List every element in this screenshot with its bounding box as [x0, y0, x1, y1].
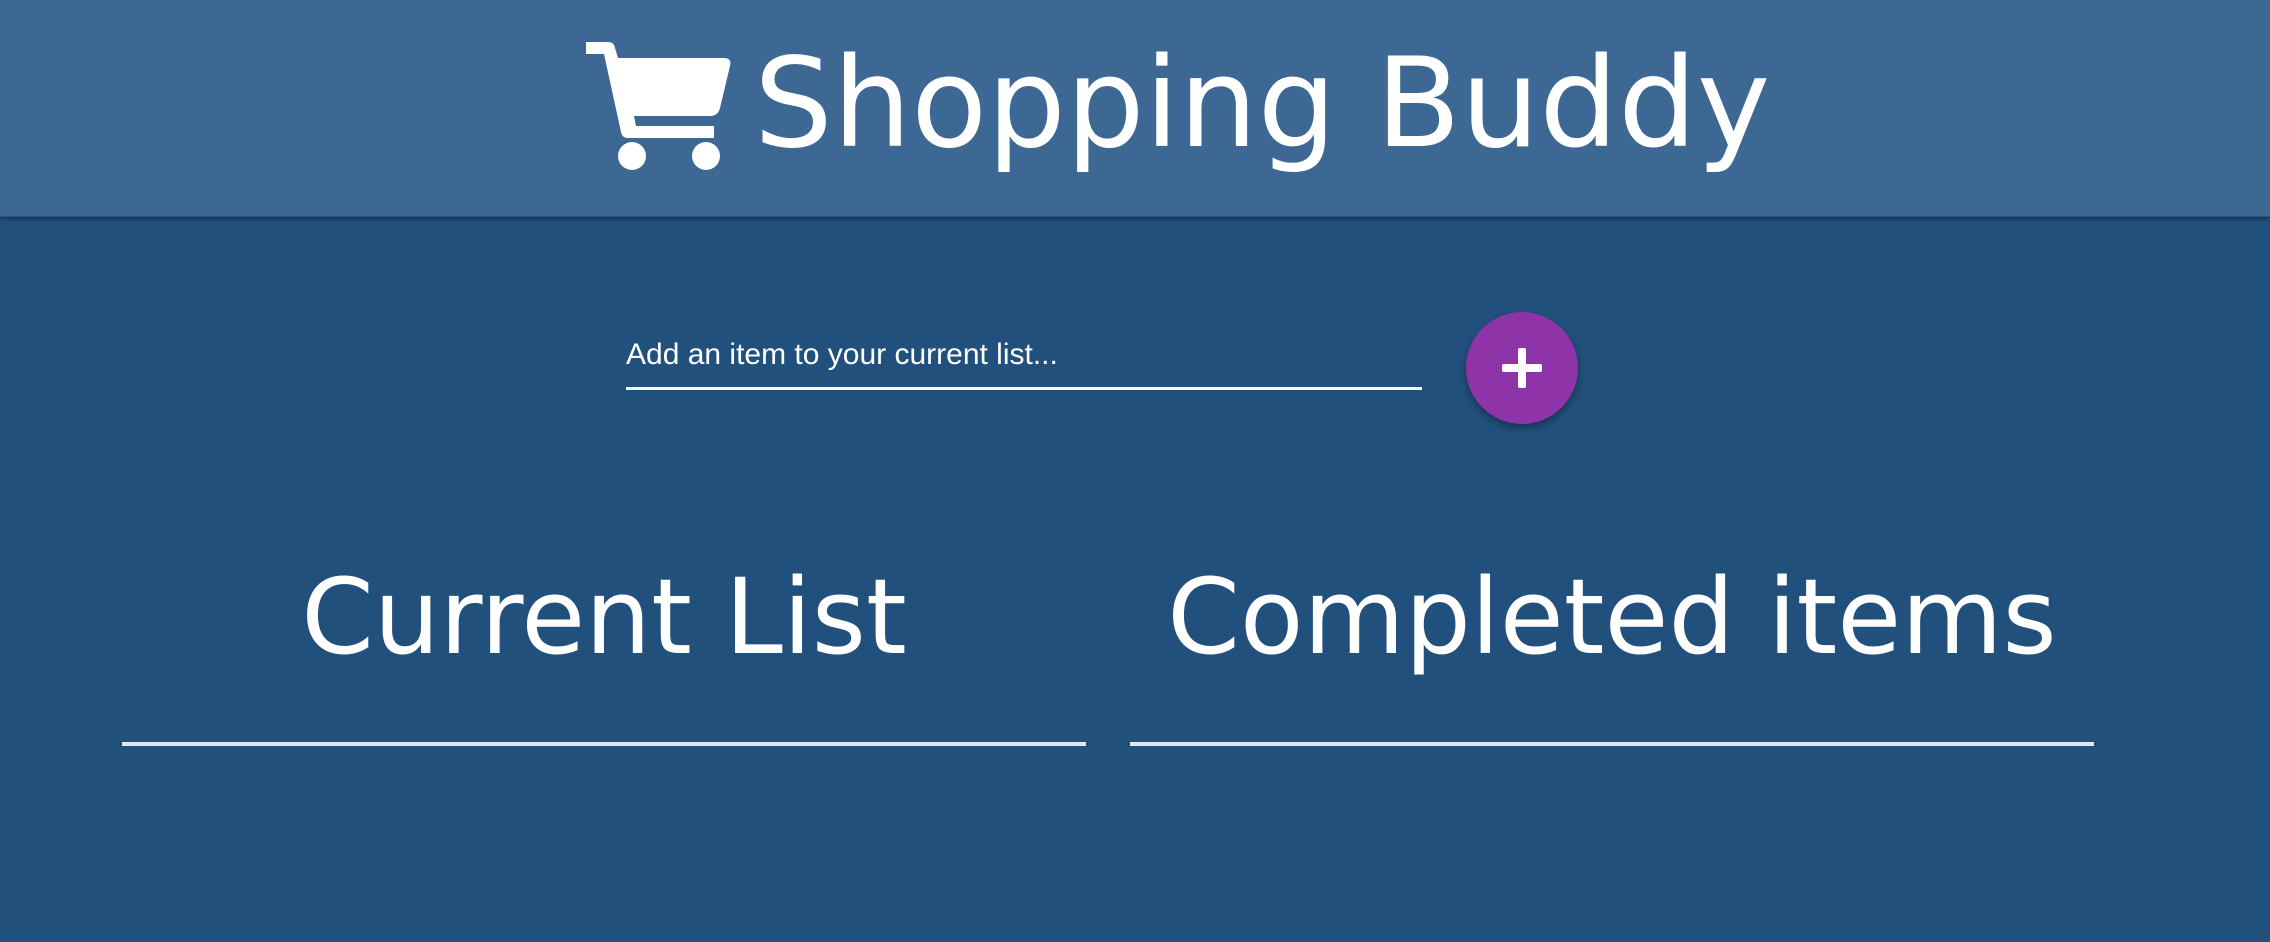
- current-list-section: Current List: [122, 552, 1086, 746]
- completed-list-divider: [1130, 742, 2094, 746]
- plus-icon: [1502, 348, 1542, 388]
- app-title: Shopping Buddy: [754, 32, 1771, 176]
- current-list-heading: Current List: [301, 556, 907, 678]
- app-header: Shopping Buddy: [0, 0, 2270, 217]
- current-list-divider: [122, 742, 1086, 746]
- completed-list-items: [1130, 752, 2094, 762]
- shopping-cart-icon: [586, 42, 731, 170]
- completed-list-section: Completed items: [1130, 552, 2094, 746]
- completed-list-heading: Completed items: [1167, 556, 2057, 678]
- add-item-input[interactable]: [626, 330, 1422, 390]
- current-list-items: [122, 752, 1086, 762]
- add-item-button[interactable]: [1466, 312, 1578, 424]
- header-brand: Shopping Buddy: [582, 34, 1770, 174]
